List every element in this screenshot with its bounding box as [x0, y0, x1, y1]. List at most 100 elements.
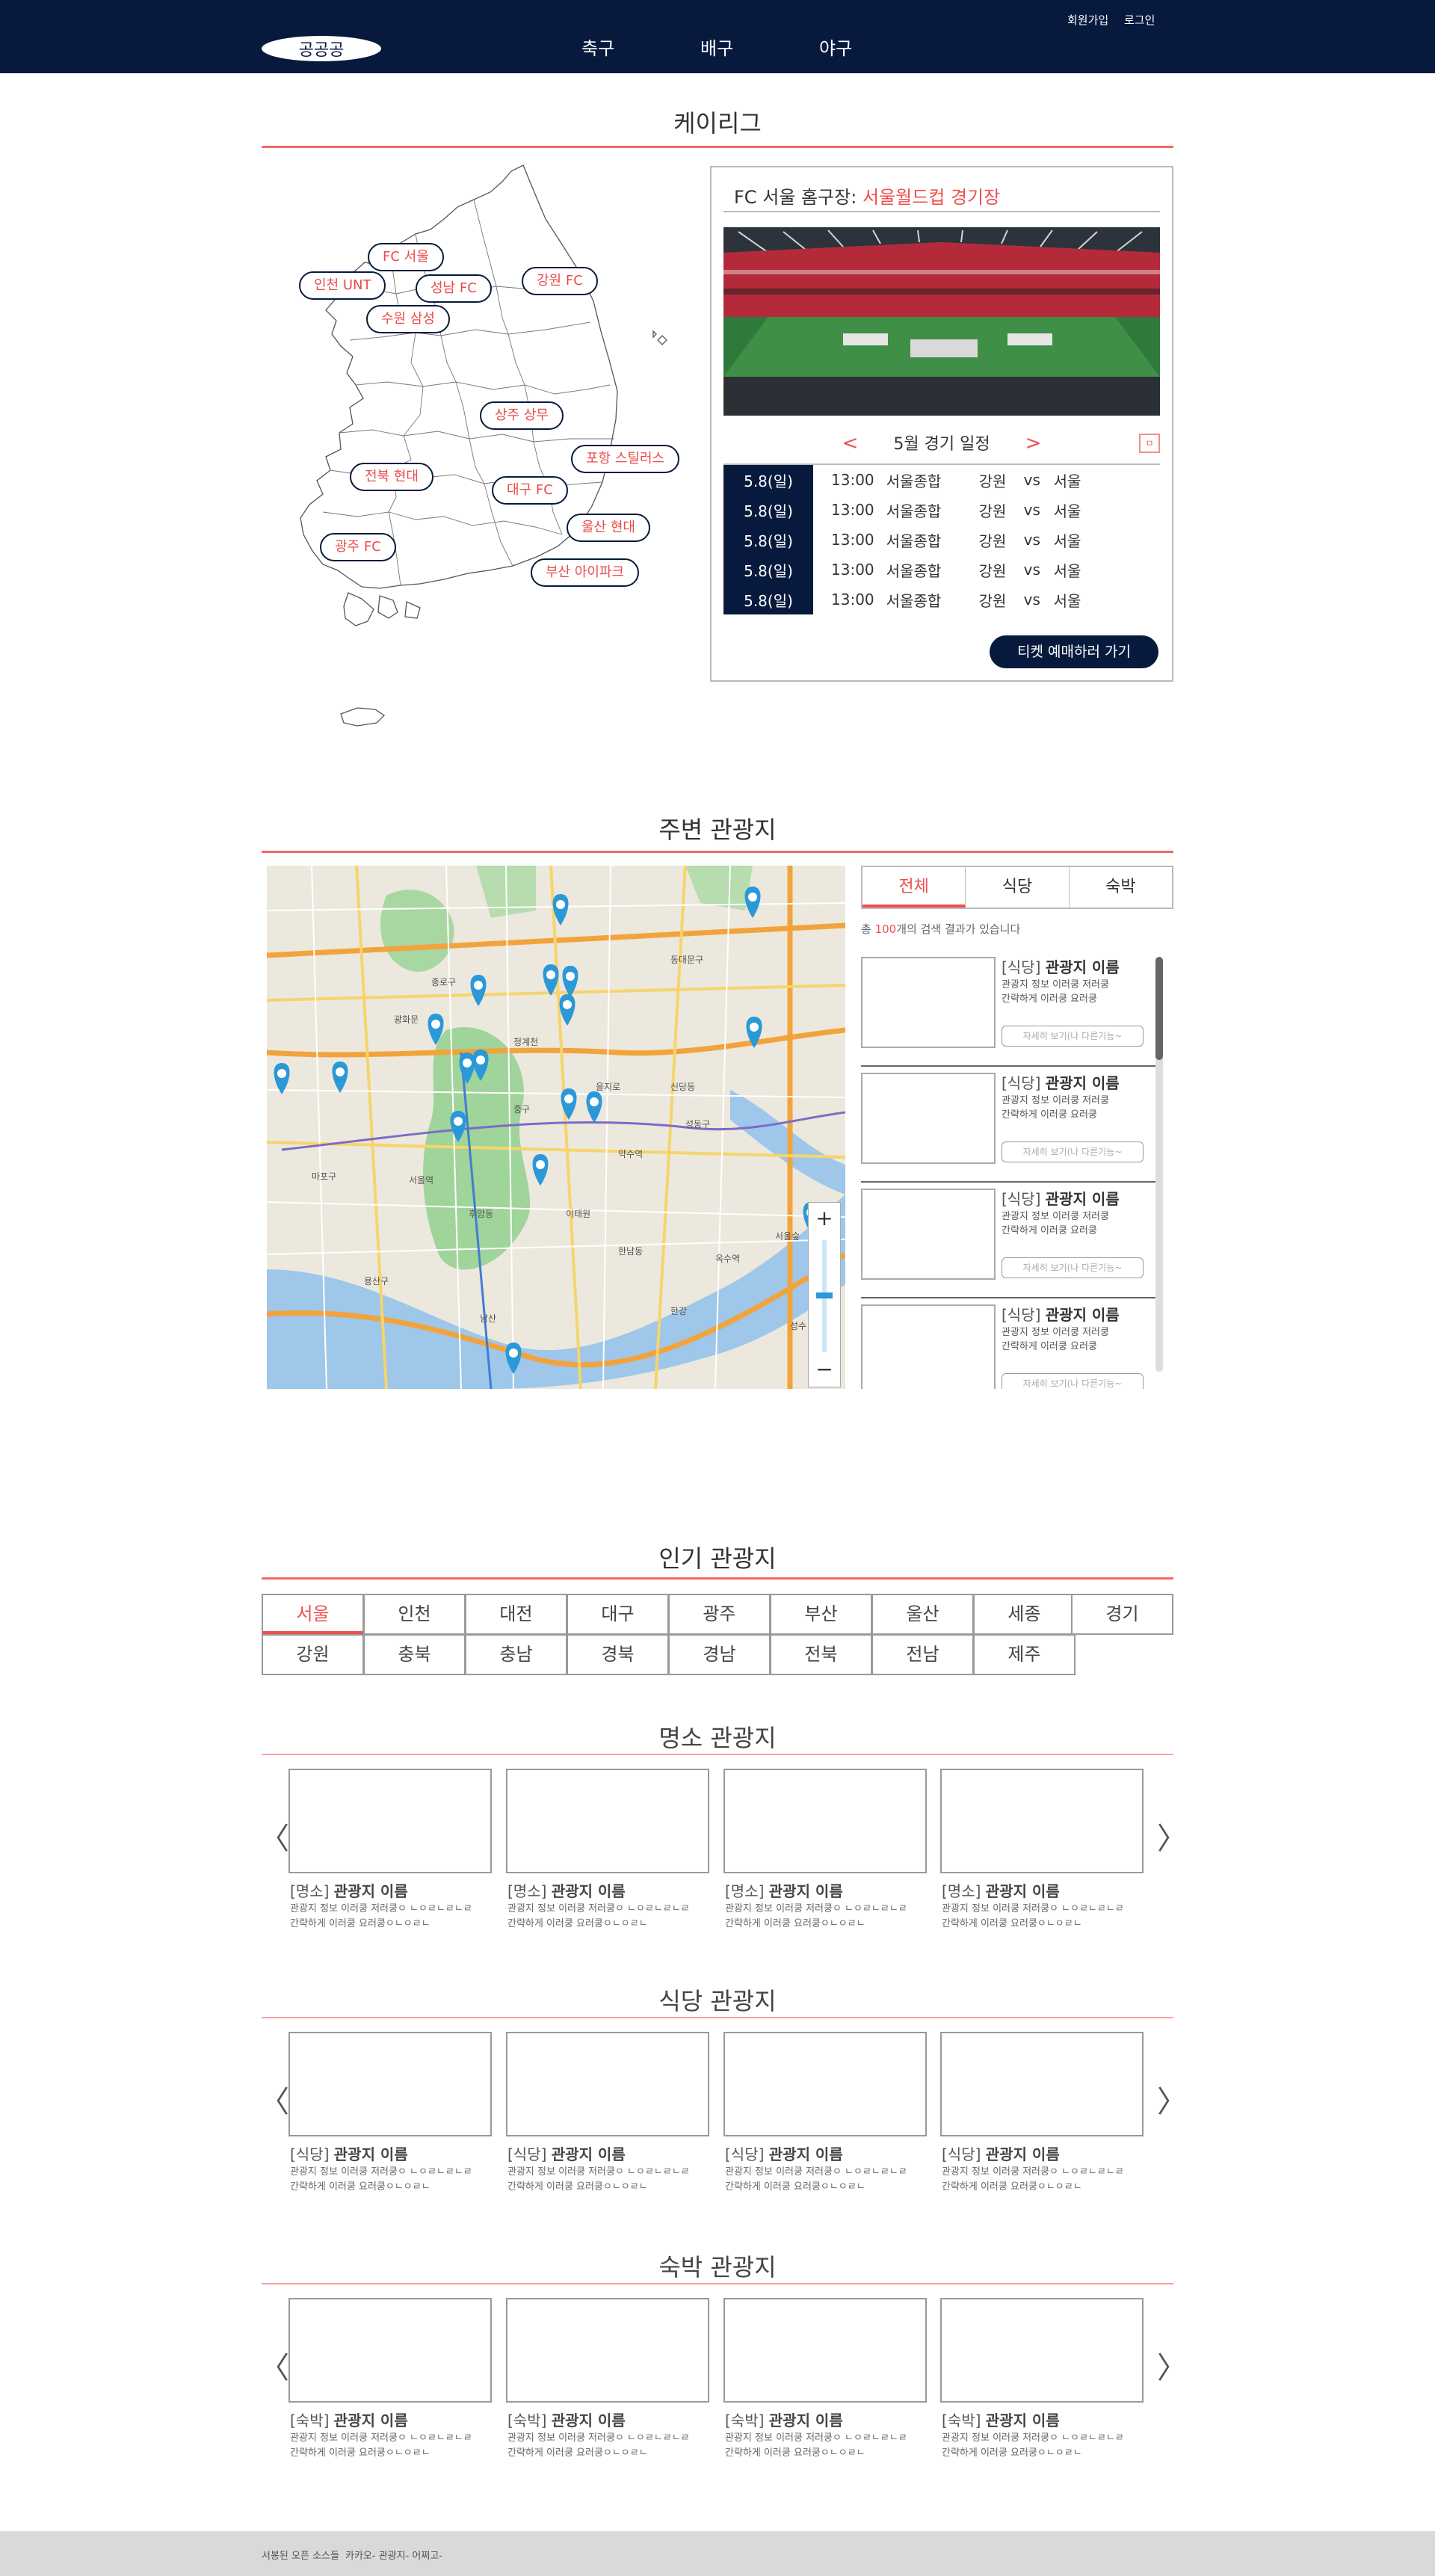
card-thumbnail[interactable] [506, 1769, 709, 1873]
ticket-booking-button[interactable]: 티켓 예매하러 가기 [990, 635, 1158, 668]
region-tab-gyeonggi[interactable]: 경기 [1071, 1594, 1173, 1635]
card-desc-line: 간략하게 이러쿵 요러쿵ㅇㄴㅇㄹㄴ [942, 2181, 1082, 2193]
stadium-panel: FC 서울 홈구장: 서울월드컵 경기장 < 5월 경기 일정 > ㅁ 5.8(… [710, 166, 1173, 682]
card-title[interactable]: [숙박] 관광지 이름 [725, 2409, 843, 2430]
card-thumbnail[interactable] [723, 2032, 927, 2136]
team-suwon-samsung[interactable]: 수원 삼성 [366, 305, 450, 333]
card-title[interactable]: [숙박] 관광지 이름 [507, 2409, 626, 2430]
card-thumbnail[interactable] [940, 1769, 1144, 1873]
team-gangwon-fc[interactable]: 강원 FC [522, 267, 598, 295]
card-desc-line: 관광지 정보 이러쿵 저러쿵ㅇ ㄴㅇㄹㄴㄹㄴㄹ [942, 1903, 1124, 1914]
list-item-more-button[interactable]: 자세히 보기(나 다른기능~ [1002, 1257, 1144, 1278]
card-thumbnail[interactable] [506, 2298, 709, 2403]
result-count-number: 100 [874, 922, 897, 936]
map-zoom-handle[interactable] [816, 1292, 833, 1298]
team-gwangju-fc[interactable]: 광주 FC [320, 533, 396, 561]
card-thumbnail[interactable] [723, 1769, 927, 1873]
card-description: 관광지 정보 이러쿵 저러쿵ㅇ ㄴㅇㄹㄴㄹㄴㄹ 간략하게 이러쿵 요러쿵ㅇㄴㅇㄹㄴ [942, 2165, 1151, 2195]
team-ulsan-hyundai[interactable]: 울산 현대 [567, 514, 650, 542]
card-title[interactable]: [숙박] 관광지 이름 [290, 2409, 408, 2430]
card-thumbnail[interactable] [940, 2298, 1144, 2403]
nearby-map[interactable]: 서울역 남산 용산구 마포구 성동구 중구 종로구 동대문구 한강 이태원 을지… [267, 866, 845, 1389]
card-title[interactable]: [식당] 관광지 이름 [507, 2142, 626, 2164]
card-tag: [식당] [725, 2145, 765, 2163]
region-tab-gyeongbuk[interactable]: 경북 [567, 1634, 669, 1675]
carousel-next-arrow-icon[interactable]: 〉 [1157, 2087, 1187, 2117]
region-tab-chungnam[interactable]: 충남 [465, 1634, 567, 1675]
region-tab-jeonnam[interactable]: 전남 [871, 1634, 974, 1675]
team-pohang-steelers[interactable]: 포항 스틸러스 [571, 445, 680, 473]
card-desc-line: 간략하게 이러쿵 요러쿵ㅇㄴㅇㄹㄴ [942, 1918, 1082, 1929]
team-incheon-unt[interactable]: 인천 UNT [299, 271, 386, 300]
signup-link[interactable]: 회원가입 [1067, 12, 1108, 28]
nav-baseball[interactable]: 야구 [819, 36, 852, 61]
card-title[interactable]: [숙박] 관광지 이름 [942, 2409, 1060, 2430]
region-tab-chungbuk[interactable]: 충북 [363, 1634, 466, 1675]
card-title[interactable]: [식당] 관광지 이름 [942, 2142, 1060, 2164]
region-tab-busan[interactable]: 부산 [770, 1594, 872, 1635]
list-item-more-button[interactable]: 자세히 보기(나 다른기능~ [1002, 1373, 1144, 1389]
carousel-prev-arrow-icon[interactable]: 〈 [259, 1824, 289, 1854]
region-tab-gwangju[interactable]: 광주 [668, 1594, 771, 1635]
card-thumbnail[interactable] [506, 2032, 709, 2136]
card-title[interactable]: [명소] 관광지 이름 [290, 1879, 408, 1901]
team-daegu-fc[interactable]: 대구 FC [492, 476, 568, 505]
card-name: 관광지 이름 [333, 1882, 408, 1900]
site-logo[interactable]: 공공공 [262, 36, 381, 61]
region-tab-incheon[interactable]: 인천 [363, 1594, 466, 1635]
card-title[interactable]: [명소] 관광지 이름 [942, 1879, 1060, 1901]
carousel-next-arrow-icon[interactable]: 〉 [1157, 2353, 1187, 2383]
card-thumbnail[interactable] [288, 2032, 492, 2136]
schedule-calendar-button[interactable]: ㅁ [1139, 434, 1160, 453]
card-thumbnail[interactable] [940, 2032, 1144, 2136]
region-tab-jeju[interactable]: 제주 [973, 1634, 1076, 1675]
tab-restaurant[interactable]: 식당 [966, 867, 1070, 908]
region-tab-sejong[interactable]: 세종 [973, 1594, 1076, 1635]
tab-lodging[interactable]: 숙박 [1070, 867, 1172, 908]
card-thumbnail[interactable] [723, 2298, 927, 2403]
schedule-prev-button[interactable]: < [842, 432, 859, 455]
nearby-result-list[interactable]: [식당] 관광지 이름 관광지 정보 이러쿵 저러쿵 간략하게 이러쿵 요러쿵 자… [861, 951, 1173, 1389]
card-tag: [식당] [942, 2145, 981, 2163]
carousel-prev-arrow-icon[interactable]: 〈 [259, 2087, 289, 2117]
region-tab-daegu[interactable]: 대구 [567, 1594, 669, 1635]
nav-soccer[interactable]: 축구 [581, 36, 614, 61]
region-tab-daejeon[interactable]: 대전 [465, 1594, 567, 1635]
card-thumbnail[interactable] [288, 2298, 492, 2403]
login-link[interactable]: 로그인 [1124, 12, 1155, 28]
list-item[interactable]: [식당] 관광지 이름 관광지 정보 이러쿵 저러쿵 간략하게 이러쿵 요러쿵 자… [861, 1183, 1163, 1298]
footer-credits[interactable]: 카카오- 관광지- 어쩌고- [345, 2548, 442, 2562]
schedule-vs: vs [1023, 501, 1040, 519]
list-item[interactable]: [식당] 관광지 이름 관광지 정보 이러쿵 저러쿵 간략하게 이러쿵 요러쿵 자… [861, 1298, 1163, 1389]
team-busan-ipark[interactable]: 부산 아이파크 [531, 558, 640, 587]
region-tab-gangwon[interactable]: 강원 [262, 1634, 364, 1675]
schedule-next-button[interactable]: > [1025, 432, 1042, 455]
team-jeonbuk-hyundai[interactable]: 전북 현대 [350, 463, 433, 491]
region-tab-ulsan[interactable]: 울산 [871, 1594, 974, 1635]
list-item[interactable]: [식당] 관광지 이름 관광지 정보 이러쿵 저러쿵 간략하게 이러쿵 요러쿵 자… [861, 951, 1163, 1067]
map-zoom-in-button[interactable]: + [809, 1206, 840, 1230]
carousel-next-arrow-icon[interactable]: 〉 [1157, 1824, 1187, 1854]
region-tab-jeonbuk[interactable]: 전북 [770, 1634, 872, 1675]
card-title[interactable]: [식당] 관광지 이름 [290, 2142, 408, 2164]
footer-open-source[interactable]: 서봉된 오픈 소스들 [262, 2548, 339, 2562]
card-thumbnail[interactable] [288, 1769, 492, 1873]
list-item[interactable]: [식당] 관광지 이름 관광지 정보 이러쿵 저러쿵 간략하게 이러쿵 요러쿵 자… [861, 1067, 1163, 1183]
nav-volleyball[interactable]: 배구 [700, 36, 733, 61]
card-title[interactable]: [명소] 관광지 이름 [507, 1879, 626, 1901]
list-item-more-button[interactable]: 자세히 보기(나 다른기능~ [1002, 1026, 1144, 1047]
list-scrollbar-thumb[interactable] [1155, 957, 1163, 1060]
team-fc-seoul[interactable]: FC 서울 [368, 243, 444, 271]
stadium-name[interactable]: 서울월드컵 경기장 [862, 187, 1000, 208]
region-tab-gyeongnam[interactable]: 경남 [668, 1634, 771, 1675]
region-tab-seoul[interactable]: 서울 [262, 1594, 364, 1635]
card-desc-line: 간략하게 이러쿵 요러쿵ㅇㄴㅇㄹㄴ [725, 1918, 865, 1929]
card-title[interactable]: [식당] 관광지 이름 [725, 2142, 843, 2164]
team-seongnam-fc[interactable]: 성남 FC [416, 274, 492, 303]
carousel-prev-arrow-icon[interactable]: 〈 [259, 2353, 289, 2383]
list-item-more-button[interactable]: 자세히 보기(나 다른기능~ [1002, 1141, 1144, 1162]
team-sangju-sangmu[interactable]: 상주 상무 [480, 401, 564, 430]
tab-all[interactable]: 전체 [862, 867, 966, 908]
map-zoom-out-button[interactable]: − [809, 1357, 840, 1381]
card-title[interactable]: [명소] 관광지 이름 [725, 1879, 843, 1901]
